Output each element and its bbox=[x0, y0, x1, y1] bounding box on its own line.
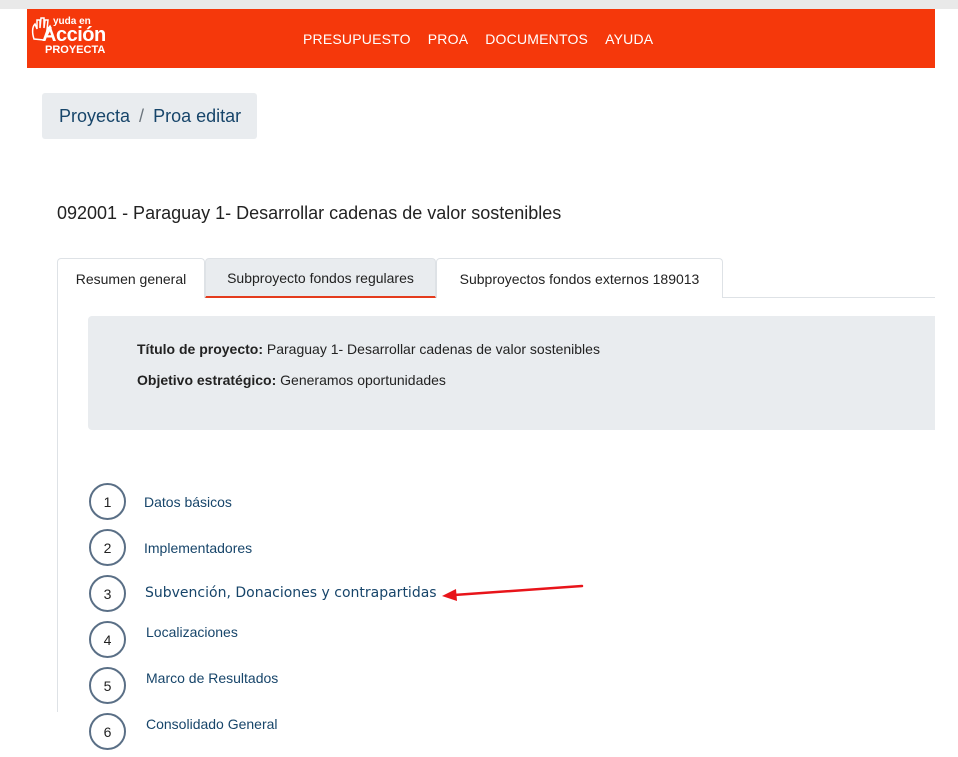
strategic-objective-value: Generamos oportunidades bbox=[276, 372, 446, 388]
page-title: 092001 - Paraguay 1- Desarrollar cadenas… bbox=[57, 203, 562, 223]
step-number-circle[interactable]: 3 bbox=[89, 575, 126, 612]
step-link-implementadores[interactable]: Implementadores bbox=[144, 540, 252, 556]
nav-presupuesto[interactable]: PRESUPUESTO bbox=[303, 31, 411, 47]
red-arrow-icon bbox=[442, 584, 584, 601]
step-link-subvencion-donaciones[interactable]: Subvención, Donaciones y contrapartidas bbox=[145, 585, 437, 601]
logo-line-3: PROYECTA bbox=[45, 44, 106, 56]
tab-subproyecto-fondos-regulares[interactable]: Subproyecto fondos regulares bbox=[205, 258, 436, 298]
step-link-datos-basicos[interactable]: Datos básicos bbox=[144, 494, 232, 510]
nav-proa[interactable]: PROA bbox=[428, 31, 468, 47]
browser-top-strip bbox=[0, 0, 958, 9]
tab-resumen-general[interactable]: Resumen general bbox=[57, 258, 205, 298]
tab-subproyectos-fondos-externos[interactable]: Subproyectos fondos externos 189013 bbox=[436, 258, 723, 298]
step-number-circle[interactable]: 5 bbox=[89, 667, 126, 704]
project-title-line: Título de proyecto: Paraguay 1- Desarrol… bbox=[137, 341, 600, 357]
content-left-border bbox=[57, 298, 58, 712]
project-title-value: Paraguay 1- Desarrollar cadenas de valor… bbox=[263, 341, 600, 357]
step-link-marco-de-resultados[interactable]: Marco de Resultados bbox=[146, 670, 278, 686]
breadcrumb: Proyecta / Proa editar bbox=[42, 93, 257, 139]
project-info-panel: Título de proyecto: Paraguay 1- Desarrol… bbox=[88, 316, 935, 430]
step-link-localizaciones[interactable]: Localizaciones bbox=[146, 624, 238, 640]
project-title-label: Título de proyecto: bbox=[137, 341, 263, 357]
breadcrumb-proa-editar: Proa editar bbox=[153, 105, 242, 126]
step-link-consolidado-general[interactable]: Consolidado General bbox=[146, 716, 278, 732]
step-number-circle[interactable]: 4 bbox=[89, 621, 126, 658]
brand-logo[interactable]: yuda en Acción PROYECTA bbox=[30, 17, 120, 63]
breadcrumb-separator: / bbox=[139, 105, 145, 126]
step-number-circle[interactable]: 6 bbox=[89, 713, 126, 750]
logo-line-2: Acción bbox=[42, 24, 106, 46]
strategic-objective-label: Objetivo estratégico: bbox=[137, 372, 277, 388]
step-number-circle[interactable]: 2 bbox=[89, 529, 126, 566]
main-menu: PRESUPUESTO PROA DOCUMENTOS AYUDA bbox=[303, 9, 670, 68]
step-number-circle[interactable]: 1 bbox=[89, 483, 126, 520]
nav-documentos[interactable]: DOCUMENTOS bbox=[485, 31, 588, 47]
nav-ayuda[interactable]: AYUDA bbox=[605, 31, 653, 47]
strategic-objective-line: Objetivo estratégico: Generamos oportuni… bbox=[137, 372, 446, 388]
top-navbar: yuda en Acción PROYECTA PRESUPUESTO PROA… bbox=[27, 9, 935, 68]
breadcrumb-proyecta[interactable]: Proyecta bbox=[59, 106, 130, 127]
